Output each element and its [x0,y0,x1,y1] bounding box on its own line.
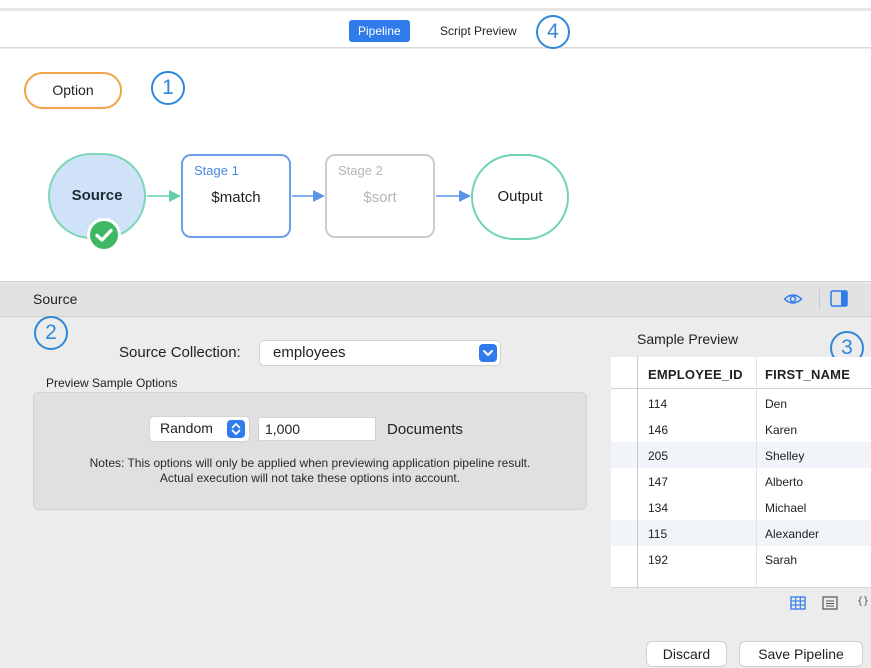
documents-label: Documents [387,421,463,438]
table-row[interactable]: 146 Karen [611,416,871,442]
section-title: Source [33,291,78,307]
note-text-line1: Notes: This options will only be applied… [89,456,531,470]
sample-mode-value: Random [160,420,213,436]
cell-employee-id: 146 [648,423,669,437]
column-header-employee-id[interactable]: EMPLOYEE_ID [648,367,743,382]
chevron-down-icon [479,344,497,362]
node-stage-sort[interactable]: Stage 2 $sort [325,154,435,238]
cell-first-name: Karen [765,423,798,437]
json-view-icon[interactable]: {} [857,596,869,607]
annotation-marker-1: 1 [151,71,185,105]
column-separator [756,357,757,587]
source-collection-select[interactable]: employees [260,341,500,365]
stage-operator: $sort [363,189,397,206]
stage-label: Stage 2 [338,163,383,178]
node-output[interactable]: Output [471,154,569,240]
header-divider [819,289,820,309]
table-row[interactable]: 134 Michael [611,494,871,520]
save-pipeline-button[interactable]: Save Pipeline [740,642,862,666]
list-view-icon[interactable] [822,596,838,613]
cell-first-name: Den [765,397,788,411]
row-number-gutter-line [637,357,638,587]
stage-label: Stage 1 [194,163,239,178]
source-collection-label: Source Collection: [119,344,241,361]
annotation-marker-4: 4 [536,15,570,49]
table-row[interactable]: 192 Sarah [611,546,871,572]
preview-options-box [33,392,587,510]
top-divider [0,8,871,11]
table-row[interactable]: 205 Shelley [611,442,871,468]
discard-button[interactable]: Discard [647,642,726,666]
node-stage-match[interactable]: Stage 1 $match [181,154,291,238]
grid-view-icon[interactable] [790,596,806,613]
column-header-first-name[interactable]: FIRST_NAME [765,367,850,382]
cell-first-name: Michael [765,501,807,515]
section-header [0,283,871,317]
cell-employee-id: 114 [648,397,668,411]
tab-script-preview[interactable]: Script Preview [431,20,526,42]
sample-preview-title: Sample Preview [637,331,739,347]
table-header: EMPLOYEE_ID FIRST_NAME [611,357,871,389]
cell-first-name: Sarah [765,553,798,567]
cell-first-name: Shelley [765,449,805,463]
cell-employee-id: 134 [648,501,669,515]
cell-first-name: Alberto [765,475,804,489]
tab-pipeline[interactable]: Pipeline [349,20,410,42]
annotation-marker-2: 2 [34,316,68,350]
table-row[interactable]: 114 Den [611,390,871,416]
note-text-line2: Actual execution will not take these opt… [159,471,461,485]
cell-first-name: Alexander [765,527,820,541]
cell-employee-id: 147 [648,475,669,489]
cell-employee-id: 115 [648,527,668,541]
option-button[interactable]: Option [24,72,122,109]
source-collection-value: employees [273,344,346,361]
checkmark-icon [87,218,121,252]
sample-preview-table: EMPLOYEE_ID FIRST_NAME 114 Den 146 Karen… [611,357,871,587]
sample-mode-select[interactable]: Random [150,417,249,441]
chevron-updown-icon [227,420,245,438]
cell-employee-id: 192 [648,553,669,567]
cell-employee-id: 205 [648,449,669,463]
table-row[interactable]: 115 Alexander [611,520,871,546]
preview-options-label: Preview Sample Options [46,376,178,390]
stage-operator: $match [211,189,261,206]
table-row[interactable]: 147 Alberto [611,468,871,494]
sample-count-input[interactable] [258,417,376,441]
eye-icon[interactable] [783,291,803,310]
panel-toggle-icon[interactable] [830,290,848,310]
